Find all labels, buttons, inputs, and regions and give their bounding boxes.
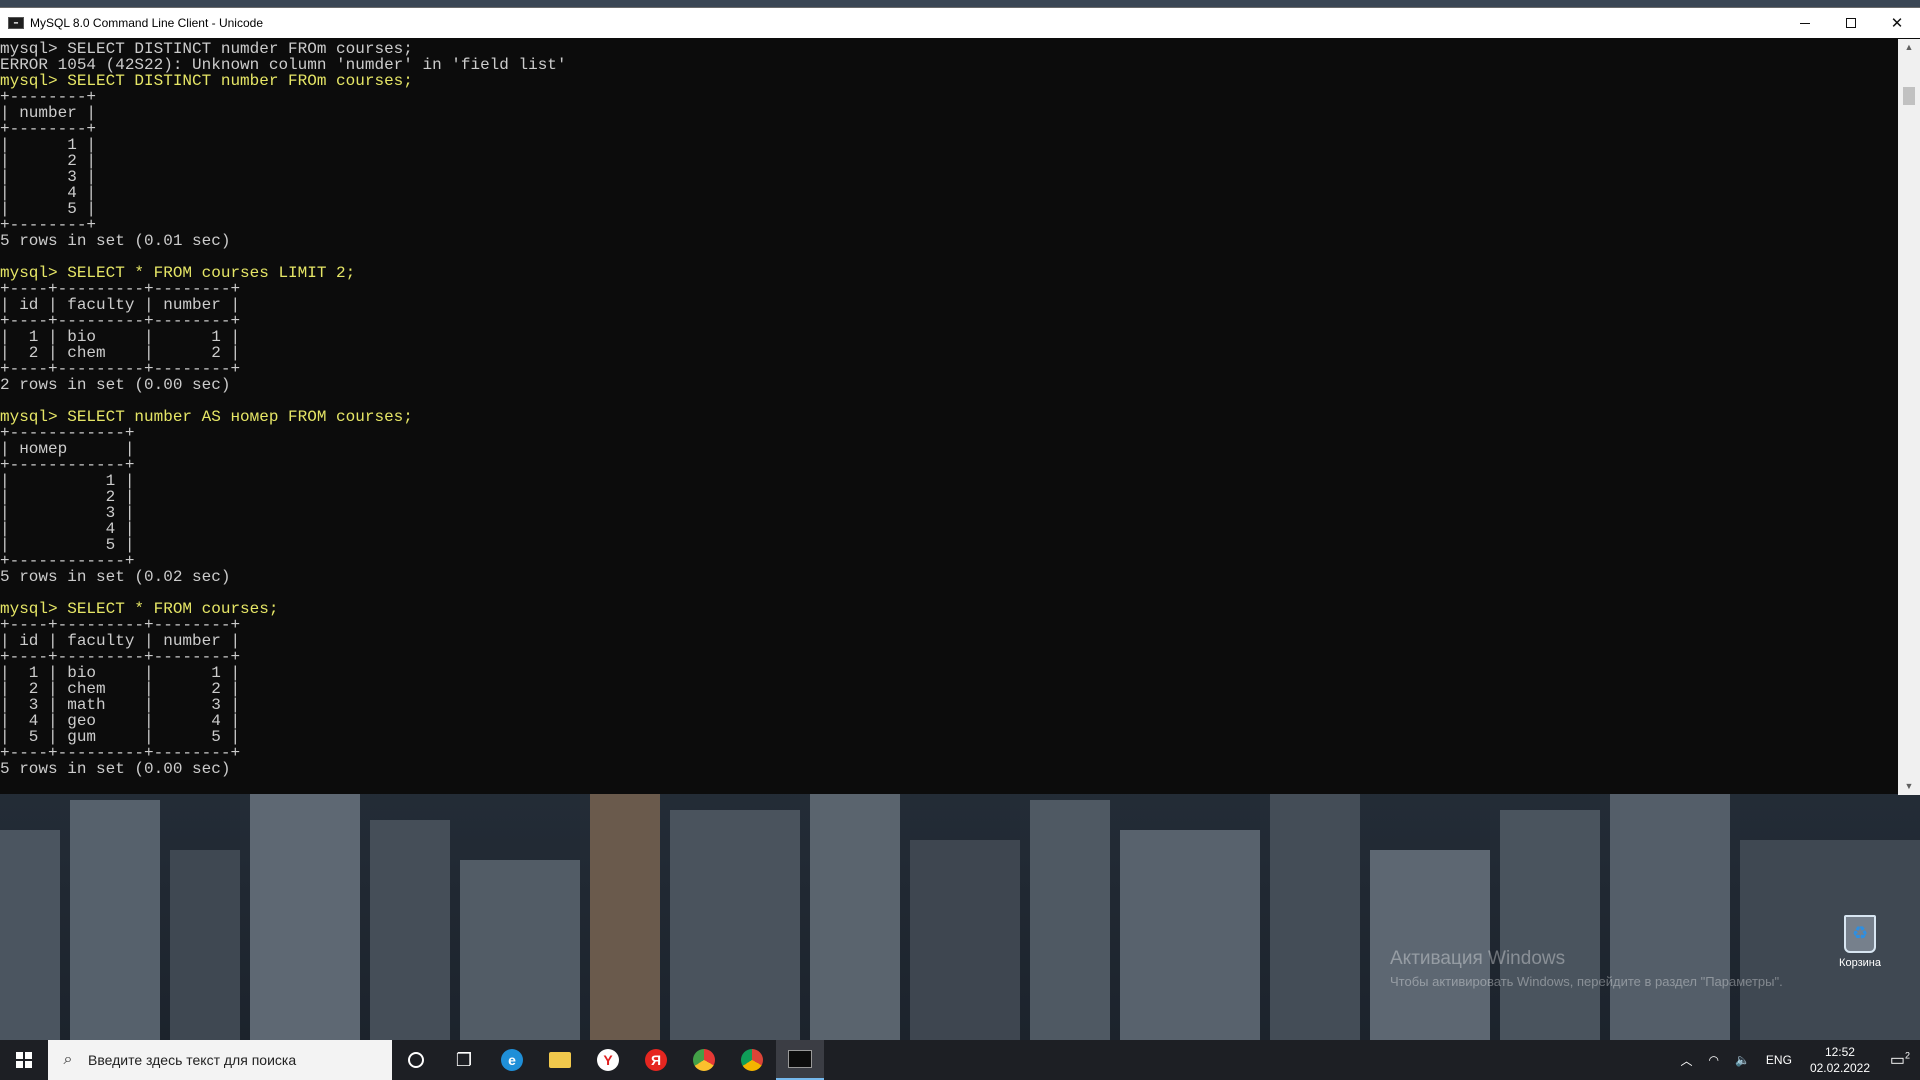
mysql-app-icon: ▬ [8,17,24,29]
console-output-line: +----+---------+--------+ [0,360,241,378]
console-output-line: | 5 | gum | 5 | [0,728,241,746]
search-placeholder: Введите здесь текст для поиска [88,1052,297,1068]
scroll-down-icon[interactable]: ▼ [1898,778,1920,795]
recycle-bin-label: Корзина [1839,957,1881,969]
console-command-line: mysql> SELECT * FROM courses LIMIT 2; [0,264,356,282]
console-output-line: | номер | [0,440,135,458]
start-button[interactable] [0,1040,48,1080]
console-output-line: | id | faculty | number | [0,632,241,650]
console-output-line: | number | [0,104,97,122]
console-command-line: mysql> SELECT * FROM courses; [0,600,279,618]
console-output-line: | 5 | [0,200,97,218]
window-title: MySQL 8.0 Command Line Client - Unicode [30,16,263,30]
console-command-line: mysql> SELECT number AS номер FROM cours… [0,408,413,426]
title-bar[interactable]: ▬ MySQL 8.0 Command Line Client - Unicod… [0,8,1920,38]
clock[interactable]: 12:52 02.02.2022 [1800,1044,1880,1076]
console-output-line: ERROR 1054 (42S22): Unknown column 'numd… [0,56,567,74]
chrome-icon[interactable] [728,1040,776,1080]
scroll-thumb[interactable] [1903,87,1915,105]
console-output-line: | 2 | [0,488,135,506]
scroll-up-icon[interactable]: ▲ [1898,39,1920,56]
console-output-line: | 1 | [0,136,97,154]
notification-count: 2 [1905,1050,1911,1061]
maximize-icon [1846,18,1856,28]
task-view-icon[interactable]: ❐ [440,1040,488,1080]
console-output-line: 5 rows in set (0.00 sec) [0,760,231,778]
console-output-line: | 4 | [0,184,97,202]
console-output-line: +--------+ [0,216,97,234]
console-output-line: +----+---------+--------+ [0,648,241,666]
clock-date: 02.02.2022 [1809,1061,1870,1075]
cortana-icon[interactable] [392,1040,440,1080]
console-output-line: | 3 | [0,504,135,522]
console-output-line: +--------+ [0,88,97,106]
console-output-line: | id | faculty | number | [0,296,241,314]
taskbar-search-box[interactable]: ⌕ Введите здесь текст для поиска [48,1040,392,1080]
console-output-line: +------------+ [0,424,135,442]
mysql-console-icon[interactable] [776,1040,824,1080]
vertical-scrollbar[interactable]: ▲ ▼ [1898,39,1920,795]
notification-center-icon[interactable]: ▭2 [1880,1050,1920,1070]
console-output-line: 5 rows in set (0.01 sec) [0,232,231,250]
console-output-line: +--------+ [0,120,97,138]
console-output-line: | 4 | geo | 4 | [0,712,241,730]
city-wallpaper [0,790,1920,1040]
chevron-up-icon[interactable]: ︿ [1672,1052,1700,1069]
console-output-line: | 4 | [0,520,135,538]
console-output-line: | 1 | [0,472,135,490]
minimize-button[interactable] [1782,8,1828,38]
close-button[interactable]: ✕ [1874,8,1920,38]
minimize-icon [1800,22,1810,24]
console-output-line: | 5 | [0,536,135,554]
volume-icon[interactable]: 🔈 [1727,1053,1758,1067]
console-output-line: | 2 | chem | 2 | [0,680,241,698]
recycle-bin[interactable]: Корзина [1830,915,1890,969]
console-output-line: | 2 | chem | 2 | [0,344,241,362]
console-output-line: mysql> SELECT DISTINCT numder FROm cours… [0,40,413,58]
network-icon[interactable]: ◠ [1700,1053,1726,1067]
watermark-subtitle: Чтобы активировать Windows, перейдите в … [1390,974,1783,989]
maximize-button[interactable] [1828,8,1874,38]
console-output-line: | 2 | [0,152,97,170]
yandex-browser-icon[interactable]: Y [584,1040,632,1080]
activation-watermark: Активация Windows Чтобы активировать Win… [1390,948,1783,989]
system-tray: ︿ ◠ 🔈 ENG 12:52 02.02.2022 ▭2 [1672,1040,1920,1080]
search-icon: ⌕ [63,1051,73,1068]
console-output-line: +------------+ [0,552,135,570]
console-command-line: mysql> SELECT DISTINCT number FROm cours… [0,72,413,90]
console-output-line: | 1 | bio | 1 | [0,328,241,346]
console-output-line: +----+---------+--------+ [0,744,241,762]
console-output[interactable]: mysql> SELECT DISTINCT numder FROm cours… [0,39,1898,795]
console-output-line: +----+---------+--------+ [0,616,241,634]
mysql-console-window[interactable]: ▬ MySQL 8.0 Command Line Client - Unicod… [0,7,1920,795]
clock-time: 12:52 [1824,1045,1855,1059]
file-explorer-icon[interactable] [536,1040,584,1080]
close-icon: ✕ [1890,15,1904,32]
language-indicator[interactable]: ENG [1758,1053,1800,1067]
console-output-line: 5 rows in set (0.02 sec) [0,568,231,586]
yandex-icon[interactable]: Я [632,1040,680,1080]
console-output-line: | 1 | bio | 1 | [0,664,241,682]
chromium-icon[interactable] [680,1040,728,1080]
taskbar: ⌕ Введите здесь текст для поиска ❐ e Y Я… [0,1040,1920,1080]
console-output-line: +----+---------+--------+ [0,312,241,330]
watermark-title: Активация Windows [1390,948,1566,969]
console-output-line: 2 rows in set (0.00 sec) [0,376,231,394]
console-output-line: | 3 | math | 3 | [0,696,241,714]
edge-icon[interactable]: e [488,1040,536,1080]
recycle-bin-icon [1844,915,1876,953]
console-output-line: +----+---------+--------+ [0,280,241,298]
console-output-line: | 3 | [0,168,97,186]
console-output-line: +------------+ [0,456,135,474]
windows-logo-icon [16,1052,32,1068]
